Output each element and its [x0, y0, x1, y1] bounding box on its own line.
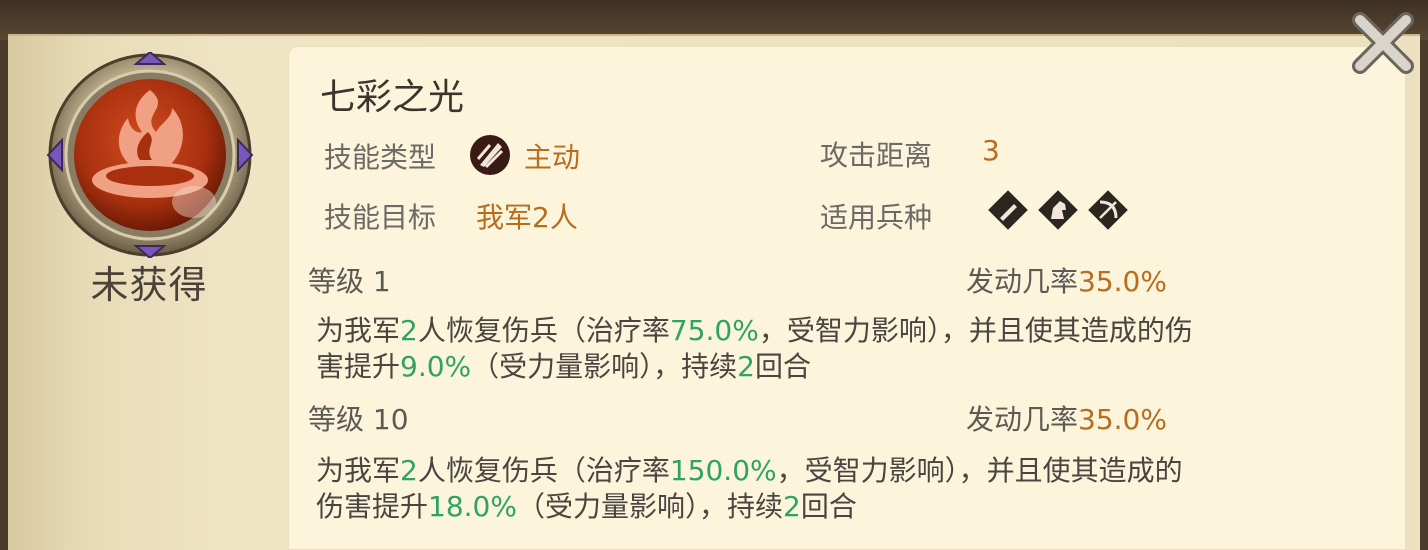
attack-range-label: 攻击距离: [820, 139, 933, 172]
attack-range-value: 3: [982, 134, 1000, 167]
cavalry-icon: [1036, 188, 1080, 232]
level-10-label: 等级 10: [308, 403, 409, 436]
level-1-description-line-1: 为我军2人恢复伤兵（治疗率75.0%，受智力影响），并且使其造成的伤: [316, 314, 1193, 347]
level-10-description-line-2: 伤害提升18.0%（受力量影响），持续2回合: [316, 490, 857, 523]
active-skill-icon: [468, 133, 512, 177]
skill-status: 未获得: [90, 263, 208, 307]
skill-target-value: 我军2人: [476, 201, 578, 234]
skill-badge: [44, 50, 256, 260]
troop-type-label: 适用兵种: [820, 201, 933, 234]
skill-type-value: 主动: [524, 141, 581, 174]
level-1-trigger-rate: 发动几率35.0%: [966, 265, 1167, 298]
close-icon: [1352, 12, 1414, 74]
level-1-label: 等级 1: [308, 265, 391, 298]
level-1-description-line-2: 害提升9.0%（受力量影响），持续2回合: [316, 350, 812, 383]
fire-skill-icon: [46, 50, 254, 260]
close-button[interactable]: [1346, 6, 1420, 80]
skill-target-label: 技能目标: [324, 201, 437, 234]
infantry-icon: [986, 188, 1030, 232]
skill-type-label: 技能类型: [324, 141, 437, 174]
level-10-trigger-rate: 发动几率35.0%: [966, 403, 1167, 436]
skill-name: 七彩之光: [320, 77, 465, 118]
archer-icon: [1086, 188, 1130, 232]
level-10-description-line-1: 为我军2人恢复伤兵（治疗率150.0%，受智力影响），并且使其造成的: [316, 454, 1183, 487]
